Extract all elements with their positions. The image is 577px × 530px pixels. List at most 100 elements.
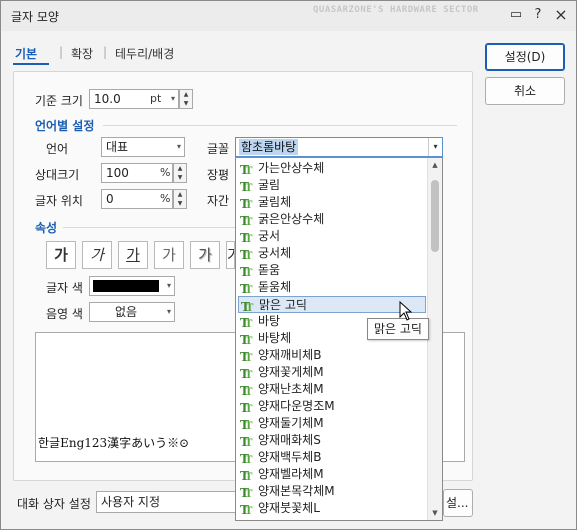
tab-basic[interactable]: 기본 <box>15 45 37 62</box>
font-list-item-label: 맑은 고딕 <box>259 298 307 312</box>
font-list-item[interactable]: T T 궁서체 <box>238 245 426 262</box>
tab-extended[interactable]: 확장 <box>71 45 93 62</box>
scroll-thumb[interactable] <box>431 180 439 252</box>
chat-icon[interactable]: ▭ <box>507 6 525 24</box>
font-list-item[interactable]: T T 양재본목각체M <box>238 483 426 500</box>
font-list-item-label: 굴림 <box>258 178 281 192</box>
truetype-font-icon: TT <box>240 503 253 517</box>
font-list-item[interactable]: T T 양재매화체S <box>238 432 426 449</box>
truetype-font-icon: TT <box>240 367 253 381</box>
mouse-cursor-icon <box>399 301 413 321</box>
font-list-item[interactable]: T T 양재깨비체B <box>238 347 426 364</box>
cancel-button[interactable]: 취소 <box>485 77 565 105</box>
bold-button[interactable]: 가 <box>46 241 76 269</box>
attr-section-title: 속성 <box>35 221 58 235</box>
underline-button[interactable]: 가 <box>118 241 148 269</box>
chevron-down-icon[interactable]: ▾ <box>167 277 171 295</box>
spin-down-icon[interactable]: ▼ <box>174 173 186 182</box>
spin-up-icon[interactable]: ▲ <box>174 164 186 173</box>
tab-separator: | <box>103 45 108 59</box>
emboss-button[interactable]: 가 <box>226 241 235 269</box>
font-list-item[interactable]: T T 양재벨라체M <box>238 466 426 483</box>
font-list-item[interactable]: T T 돋움 <box>238 262 426 279</box>
font-list-item-label: 돋움 <box>258 263 281 277</box>
font-list-item-label: 바탕체 <box>258 331 292 345</box>
truetype-font-icon: TT <box>240 469 253 483</box>
truetype-font-icon: TT <box>240 316 253 330</box>
base-size-label: 기준 크기 <box>35 94 83 108</box>
dialog-title: 글자 모양 <box>11 10 59 24</box>
scroll-down-icon[interactable]: ▼ <box>428 506 442 520</box>
dialog-window: 글자 모양 QUASARZONE'S HARDWARE SECTOR ▭ ? ×… <box>0 0 577 530</box>
font-list-item[interactable]: T T 양재난초체M <box>238 381 426 398</box>
preview-text: 한글Eng123漢字あいう※⊙ <box>38 436 190 450</box>
position-unit: % <box>160 192 171 205</box>
font-select[interactable]: 함초롬바탕 ▾ <box>235 137 443 157</box>
spin-up-icon[interactable]: ▲ <box>174 190 186 199</box>
font-list-item[interactable]: T T 양재다운명조M <box>238 398 426 415</box>
text-color-picker[interactable]: ▾ <box>89 276 175 296</box>
rel-size-input[interactable]: 100 % <box>101 163 173 183</box>
font-list-item[interactable]: T T 돋움체 <box>238 279 426 296</box>
base-size-value: 10.0 <box>94 92 121 106</box>
truetype-font-icon: TT <box>240 384 253 398</box>
font-list-item-label: 양재다운명조M <box>258 399 335 413</box>
section-divider <box>63 227 235 228</box>
truetype-font-icon: TT <box>240 231 253 245</box>
shade-color-picker[interactable]: 없음 ▾ <box>89 302 175 322</box>
rel-size-spinner[interactable]: ▲ ▼ <box>173 163 187 183</box>
truetype-font-icon: TT <box>240 333 253 347</box>
dialog-settings-button[interactable]: 설... <box>443 489 473 517</box>
font-list-item[interactable]: T T 양재꽃게체M <box>238 364 426 381</box>
font-list-item[interactable]: T T 양재둘기체M <box>238 415 426 432</box>
chevron-down-icon[interactable]: ▾ <box>428 138 442 156</box>
tab-border-background[interactable]: 테두리/배경 <box>115 45 174 62</box>
font-list-item[interactable]: T T 굴림체 <box>238 194 426 211</box>
truetype-font-icon: TT <box>240 214 253 228</box>
position-input[interactable]: 0 % <box>101 189 173 209</box>
font-select-value: 함초롬바탕 <box>239 139 299 155</box>
dropdown-scrollbar[interactable]: ▲ ▼ <box>427 158 442 520</box>
chevron-down-icon[interactable]: ▾ <box>171 90 175 108</box>
font-tooltip: 맑은 고딕 <box>367 318 429 340</box>
outline-button[interactable]: 가 <box>154 241 184 269</box>
truetype-font-icon: TT <box>240 197 253 211</box>
scroll-up-icon[interactable]: ▲ <box>428 158 442 172</box>
font-list-item[interactable]: T T 가는안상수체 <box>238 160 426 177</box>
font-list-item-label: 돋움체 <box>258 280 292 294</box>
truetype-font-icon: TT <box>240 180 253 194</box>
shadow-button[interactable]: 가 <box>190 241 220 269</box>
truetype-font-icon: TT <box>240 265 253 279</box>
font-list-item[interactable]: T T 궁서 <box>238 228 426 245</box>
truetype-font-icon: TT <box>240 350 253 364</box>
help-button[interactable]: ? <box>529 6 547 24</box>
tab-separator: | <box>59 45 64 59</box>
italic-button[interactable]: 가 <box>82 241 112 269</box>
truetype-font-icon: TT <box>240 435 253 449</box>
truetype-font-icon: TT <box>240 452 253 466</box>
letter-spacing-label: 자간 <box>207 194 230 208</box>
position-spinner[interactable]: ▲ ▼ <box>173 189 187 209</box>
width-ratio-label: 장평 <box>207 168 230 182</box>
font-list-item[interactable]: T T 굴림 <box>238 177 426 194</box>
font-list-item[interactable]: T T 맑은 고딕 <box>238 296 426 314</box>
spin-up-icon[interactable]: ▲ <box>180 90 192 99</box>
font-list-item[interactable]: T T 양재붓꽃체L <box>238 500 426 517</box>
ok-button[interactable]: 설정(D) <box>485 43 565 71</box>
font-list-item[interactable]: T T 굵은안상수체 <box>238 211 426 228</box>
dialog-settings-select[interactable]: 사용자 지정 <box>96 491 236 513</box>
font-list-item-label: 양재꽃게체M <box>258 365 324 379</box>
font-list-item[interactable]: T T 양재백두체B <box>238 449 426 466</box>
language-select[interactable]: 대표 ▾ <box>101 137 185 157</box>
spin-down-icon[interactable]: ▼ <box>174 199 186 208</box>
rel-size-value: 100 <box>106 166 129 180</box>
base-size-spinner[interactable]: ▲ ▼ <box>179 89 193 109</box>
chevron-down-icon[interactable]: ▾ <box>177 138 181 156</box>
spin-down-icon[interactable]: ▼ <box>180 99 192 108</box>
close-button[interactable]: × <box>552 6 570 24</box>
base-size-input[interactable]: 10.0 pt ▾ <box>89 89 179 109</box>
text-color-swatch <box>93 280 159 292</box>
chevron-down-icon[interactable]: ▾ <box>167 303 171 321</box>
active-tab-indicator <box>13 63 49 65</box>
truetype-font-icon: TT <box>240 163 253 177</box>
